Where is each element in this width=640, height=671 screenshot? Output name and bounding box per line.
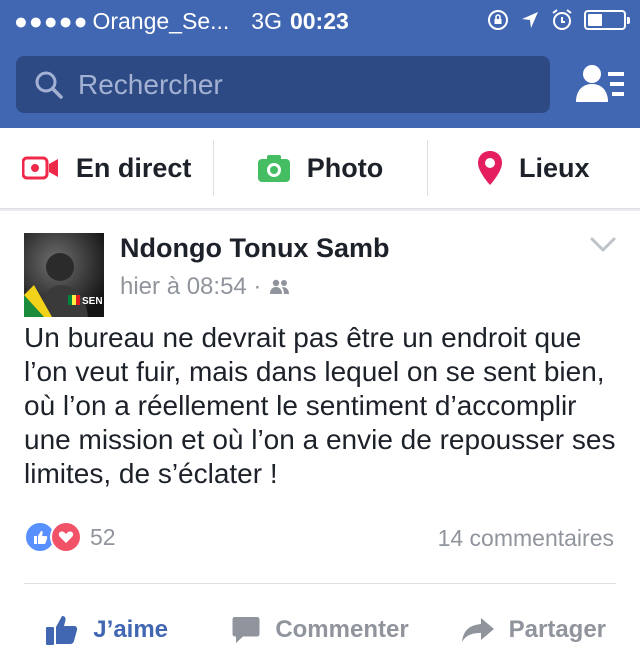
friends-audience-icon <box>270 279 290 294</box>
video-camera-icon <box>21 156 58 180</box>
live-button[interactable]: En direct <box>0 128 213 208</box>
post-meta: hier à 08:54 · <box>120 273 291 301</box>
comment-icon <box>232 617 260 643</box>
avatar[interactable]: SEN <box>24 233 104 317</box>
post-actions: J’aime Commenter Partager <box>0 595 640 665</box>
photo-label: Photo <box>306 152 384 183</box>
post-text: Un bureau ne devrait pas être un endroit… <box>24 322 616 489</box>
avatar-badge: SEN <box>82 296 103 307</box>
comment-label: Commenter <box>275 616 409 643</box>
reactions-count: 52 <box>90 523 116 550</box>
search-bar[interactable] <box>16 56 550 113</box>
alarm-icon <box>552 9 572 30</box>
like-button[interactable]: J’aime <box>0 595 213 665</box>
location-pin-icon <box>478 151 503 185</box>
share-label: Partager <box>508 616 607 643</box>
clock: 00:23 <box>289 7 349 34</box>
share-button[interactable]: Partager <box>427 595 640 665</box>
friend-list-icon[interactable] <box>574 60 626 108</box>
photo-button[interactable]: Photo <box>213 128 426 208</box>
love-reaction-icon <box>50 521 82 553</box>
search-icon <box>35 71 63 99</box>
carrier-name: Orange_Se... <box>92 7 230 34</box>
composer-actions: En direct Photo Lieux <box>0 128 640 209</box>
post-timestamp[interactable]: hier à 08:54 · <box>120 273 261 301</box>
status-icons <box>486 8 630 32</box>
places-label: Lieux <box>519 152 590 183</box>
places-button[interactable]: Lieux <box>426 128 640 208</box>
comments-count[interactable]: 14 commentaires <box>438 525 614 552</box>
divider <box>24 583 616 584</box>
top-bar: ●●●●● Orange_Se... 3G 00:23 <box>0 0 640 128</box>
reactions-summary[interactable]: 52 <box>24 521 116 553</box>
post-author[interactable]: Ndongo Tonux Samb <box>120 233 389 264</box>
chevron-down-icon[interactable] <box>590 237 616 253</box>
battery-icon <box>584 10 630 30</box>
network-type: 3G <box>251 7 282 34</box>
signal-strength: ●●●●● <box>14 7 89 34</box>
thumbs-up-icon <box>46 616 78 645</box>
location-arrow-icon <box>522 12 538 28</box>
like-label: J’aime <box>93 616 169 643</box>
rotation-lock-icon <box>488 10 508 30</box>
comment-button[interactable]: Commenter <box>213 595 426 665</box>
feed-post: SEN Ndongo Tonux Samb hier à 08:54 · Un … <box>0 211 640 671</box>
status-bar: ●●●●● Orange_Se... 3G 00:23 <box>0 0 640 42</box>
search-input[interactable] <box>76 67 520 102</box>
share-arrow-icon <box>461 618 494 642</box>
camera-icon <box>257 155 290 182</box>
live-label: En direct <box>75 152 192 183</box>
